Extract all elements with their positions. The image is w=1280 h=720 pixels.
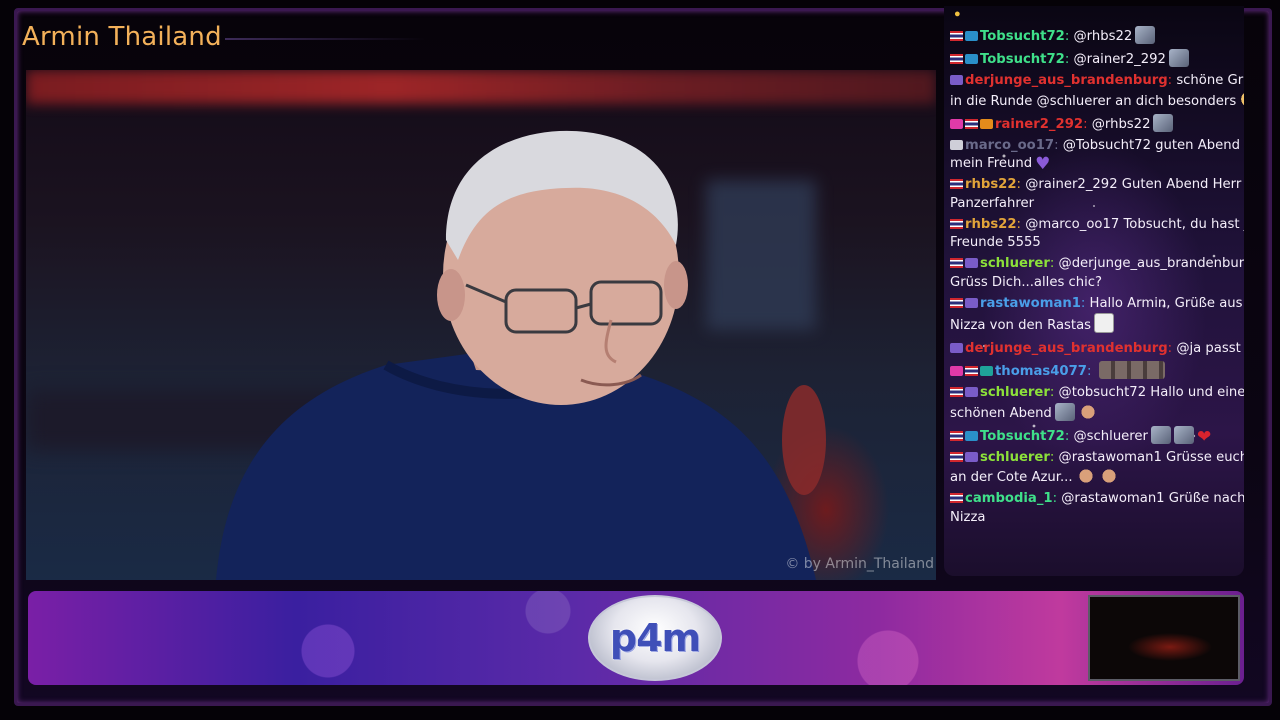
avatar-emote-icon <box>1135 26 1156 44</box>
hand-emote-icon <box>1098 467 1119 485</box>
chat-username[interactable]: schluerer <box>980 256 1050 271</box>
heart-badge-icon <box>950 118 963 129</box>
thailand-flag-icon <box>950 258 963 268</box>
chat-message: Tobsucht72: @rhbs22 <box>950 26 1244 47</box>
chat-separator: : <box>1016 177 1026 192</box>
bits-badge-icon <box>965 297 978 308</box>
avatar-emote-icon <box>1150 425 1171 444</box>
bits-badge-icon <box>965 451 978 462</box>
stream-title: Armin Thailand <box>22 22 222 52</box>
teal-badge-icon <box>980 366 993 376</box>
thailand-flag-icon <box>965 118 978 129</box>
gift-badge-icon <box>980 118 993 129</box>
title-decoration <box>225 38 425 40</box>
chat-username[interactable]: Tobsucht72 <box>980 29 1065 44</box>
chat-username[interactable]: Tobsucht72 <box>980 429 1065 444</box>
chat-message-text: @ja passt <box>1176 341 1241 356</box>
chat-separator: : <box>1083 116 1092 132</box>
thailand-flag-icon <box>950 430 963 441</box>
chat-message: marco_oo17: @Tobsucht72 guten Abend mein… <box>950 137 1244 174</box>
thailand-flag-icon <box>950 493 963 503</box>
chat-message: rhbs22: @marco_oo17 Tobsucht, du hast ja… <box>950 216 1244 253</box>
bits-badge-icon <box>950 75 963 85</box>
thailand-flag-icon <box>950 179 963 189</box>
penguin-emote-icon <box>1094 313 1115 333</box>
chat-message: cambodia_1: @rastawoman1 Grüße nach Nizz… <box>950 490 1244 527</box>
chat-top-emote: ● <box>954 8 961 20</box>
chat-username[interactable]: cambodia_1 <box>965 491 1053 506</box>
avatar-emote-icon <box>1054 402 1075 421</box>
secondary-camera-preview <box>1088 595 1240 681</box>
thailand-flag-icon <box>950 54 963 64</box>
thailand-flag-icon <box>950 451 963 462</box>
hand-emote-icon <box>1077 402 1098 421</box>
chat-message-text: @rainer2_292 <box>1073 52 1166 67</box>
sub-badge-icon <box>965 31 978 41</box>
thailand-flag-icon <box>965 366 978 376</box>
chat-message: rastawoman1: Hallo Armin, Grüße aus Nizz… <box>950 295 1244 336</box>
chat-separator: : <box>1016 216 1026 232</box>
chat-message: Tobsucht72: @schluerer ❤ <box>950 425 1244 447</box>
avatar-emote-icon <box>1173 425 1194 444</box>
chat-panel[interactable]: ● Tobsucht72: @rhbs22 Tobsucht72: @rainer… <box>944 6 1244 576</box>
avatar-emote-icon <box>1153 113 1174 132</box>
chat-username[interactable]: schluerer <box>980 450 1050 465</box>
hand-emote-icon <box>1075 467 1096 485</box>
chat-message: schluerer: @rastawoman1 Grüsse euch an d… <box>950 449 1244 488</box>
chat-username[interactable]: rhbs22 <box>965 177 1017 192</box>
bits-badge-icon <box>965 387 978 397</box>
logo-text: p4m <box>609 616 701 660</box>
thailand-flag-icon <box>950 387 963 397</box>
p4m-logo: p4m <box>588 595 722 681</box>
chat-username[interactable]: Tobsucht72 <box>980 52 1065 67</box>
chat-separator: : <box>1080 295 1090 311</box>
heart-emote-icon: ❤ <box>1196 426 1212 447</box>
avatar-emote-icon <box>1168 49 1189 67</box>
chat-separator: : <box>1049 449 1059 465</box>
chat-message: derjunge_aus_brandenburg: @ja passt <box>950 338 1244 359</box>
chat-message: Tobsucht72: @rainer2_292 <box>950 49 1244 70</box>
chat-message-text: @rhbs22 <box>1073 29 1133 44</box>
chat-username[interactable]: marco_oo17 <box>965 138 1054 153</box>
thailand-flag-icon <box>950 31 963 41</box>
sub-badge-icon <box>965 430 978 441</box>
chat-username[interactable]: rhbs22 <box>965 217 1017 232</box>
chat-separator: : <box>1054 137 1063 153</box>
chat-message: rhbs22: @rainer2_292 Guten Abend Herr Pa… <box>950 176 1244 213</box>
chat-message: schluerer: @derjunge_aus_brandenburg Grü… <box>950 255 1244 292</box>
sub-badge-icon <box>965 54 978 64</box>
heart-badge-icon <box>950 366 963 376</box>
chat-message: thomas4077: <box>950 361 1244 382</box>
bits-badge-icon <box>950 343 963 353</box>
chat-message: schluerer: @tobsucht72 Hallo und einen s… <box>950 384 1244 423</box>
chat-username[interactable]: thomas4077 <box>995 364 1087 379</box>
chat-separator: : <box>1086 364 1096 379</box>
bits-badge-icon <box>965 258 978 268</box>
chat-username[interactable]: derjunge_aus_brandenburg <box>965 73 1168 88</box>
chat-message: rainer2_292: @rhbs22 <box>950 113 1244 135</box>
thailand-flag-icon <box>950 297 963 308</box>
purple-heart-emote-icon: ♥ <box>1035 154 1051 174</box>
chat-username[interactable]: rainer2_292 <box>995 117 1083 132</box>
chat-separator: : <box>1049 256 1059 271</box>
cam-badge-icon <box>950 139 963 150</box>
chat-separator: : <box>1052 491 1062 506</box>
chat-message-text: @schluerer <box>1073 428 1148 444</box>
streamer-figure <box>216 130 826 580</box>
chat-username[interactable]: derjunge_aus_brandenburg <box>965 341 1168 356</box>
webcam-video[interactable]: © by Armin_Thailand <box>26 70 936 580</box>
video-watermark: © by Armin_Thailand <box>785 556 934 572</box>
strip-emote-icon <box>1098 361 1165 379</box>
chat-username[interactable]: schluerer <box>980 385 1050 400</box>
chat-message: derjunge_aus_brandenburg: schöne Grüße i… <box>950 72 1244 111</box>
chat-username[interactable]: rastawoman1 <box>980 296 1081 311</box>
thailand-flag-icon <box>950 218 963 229</box>
chat-message-text: @rhbs22 <box>1091 116 1151 132</box>
face-emote-icon <box>1239 90 1244 109</box>
bottom-banner: p4m <box>28 591 1244 685</box>
chat-separator: : <box>1049 385 1059 400</box>
chat-message-list: Tobsucht72: @rhbs22 Tobsucht72: @rainer2_… <box>950 26 1244 530</box>
